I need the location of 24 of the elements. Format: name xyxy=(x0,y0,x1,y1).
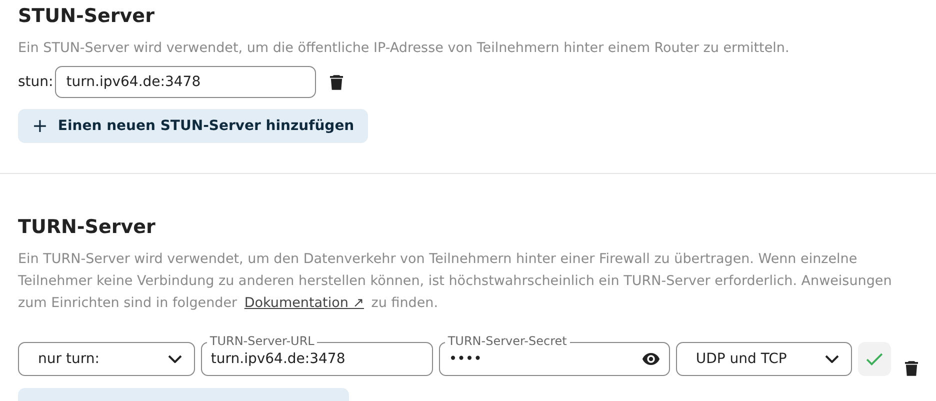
floating-label: TURN-Server-URL xyxy=(206,334,318,348)
section-description: Ein STUN-Server wird verwendet, um die öffentliche IP-Adresse von Teilnehmern hinter einem Router zu ermitteln. xyxy=(18,39,790,58)
documentation-link[interactable]: Dokumentation ↗ xyxy=(244,295,364,311)
dropdown-value: nur turn: xyxy=(38,350,100,368)
eye-icon[interactable] xyxy=(642,353,660,365)
field-label: stun: xyxy=(18,72,54,92)
delete-icon[interactable] xyxy=(330,74,344,90)
confirm-button[interactable] xyxy=(858,342,891,376)
input-field[interactable]: turn.ipv64.de:3478 xyxy=(55,66,316,98)
section-title: TURN-Server xyxy=(18,215,156,240)
protocol-dropdown[interactable]: UDP und TCP xyxy=(676,342,852,376)
chevron-down-icon xyxy=(824,355,839,363)
section-description: Ein TURN-Server wird verwendet, um den Datenverkehr von Teilnehmern hinter einer Firewall zu übertragen. Wenn einzelne Teilnehmer keine Verbindung zu anderen herstellen können, ist höchstwahrscheinlich ein TURN-Server erforderlich. Anweisungen zum Einrichten sind in folgender Dokumentation ↗ zu finden. xyxy=(18,250,893,313)
field-value: turn.ipv64.de:3478 xyxy=(210,350,346,368)
plus-icon: + xyxy=(32,116,48,136)
dropdown-value: UDP und TCP xyxy=(696,350,787,368)
chevron-down-icon xyxy=(168,355,182,363)
scheme-dropdown[interactable]: nur turn: xyxy=(18,342,195,376)
add-server-button[interactable]: + Einen neuen STUN-Server hinzufügen xyxy=(18,109,368,143)
section-title: STUN-Server xyxy=(18,4,156,29)
check-icon xyxy=(866,352,883,366)
field-value: •••• xyxy=(448,350,483,368)
floating-label: TURN-Server-Secret xyxy=(444,334,570,348)
delete-icon[interactable] xyxy=(905,361,918,376)
